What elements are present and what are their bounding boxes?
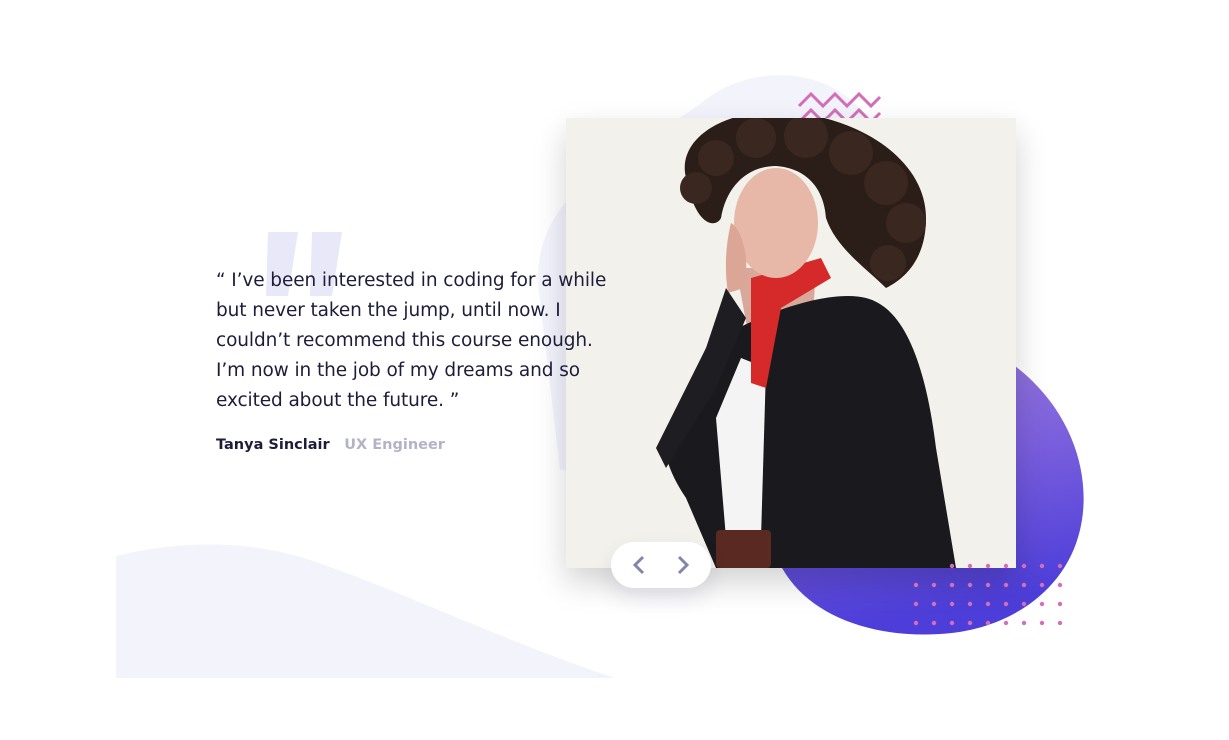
pattern-dot	[985, 601, 991, 607]
pattern-dot	[985, 563, 991, 569]
chevron-right-icon	[677, 555, 690, 575]
pattern-dot	[931, 620, 937, 626]
author-name: Tanya Sinclair	[216, 437, 330, 453]
pattern-dot	[913, 601, 919, 607]
next-button[interactable]	[663, 545, 703, 585]
pattern-dot	[967, 582, 973, 588]
testimonial-author: Tanya Sinclair UX Engineer	[216, 437, 445, 453]
bottom-curve-shape	[116, 544, 615, 678]
pattern-dot	[985, 620, 991, 626]
pattern-dot	[1021, 582, 1027, 588]
pattern-dot	[1039, 620, 1045, 626]
author-role: UX Engineer	[344, 437, 445, 453]
pattern-dot	[913, 620, 919, 626]
portrait-image	[566, 118, 1016, 568]
pattern-dot	[931, 601, 937, 607]
dot-grid-pattern	[913, 563, 1063, 626]
pattern-dot	[1039, 582, 1045, 588]
pattern-dot	[1057, 620, 1063, 626]
pattern-dot	[1003, 620, 1009, 626]
pattern-dot	[1057, 582, 1063, 588]
testimonial-slider: “ I’ve been interested in coding for a w…	[0, 0, 1229, 740]
pattern-dot	[967, 563, 973, 569]
pattern-dot	[1003, 601, 1009, 607]
testimonial-quote: “ I’ve been interested in coding for a w…	[216, 270, 607, 411]
pattern-dot	[949, 563, 955, 569]
pattern-dot	[1003, 582, 1009, 588]
pattern-dot	[967, 620, 973, 626]
pattern-dot	[1021, 563, 1027, 569]
pattern-dot	[913, 582, 919, 588]
pattern-dot	[1021, 601, 1027, 607]
pattern-dot	[1021, 620, 1027, 626]
pattern-dot	[1039, 563, 1045, 569]
pattern-dot	[949, 582, 955, 588]
pattern-dot	[1057, 601, 1063, 607]
pattern-dot	[1057, 563, 1063, 569]
slider-navigation	[611, 542, 711, 588]
pattern-dot	[949, 601, 955, 607]
pattern-dot	[1039, 601, 1045, 607]
testimonial-photo	[566, 118, 1016, 568]
pattern-dot	[985, 582, 991, 588]
pattern-dot	[967, 601, 973, 607]
pattern-dot	[1003, 563, 1009, 569]
pattern-dot	[949, 620, 955, 626]
chevron-left-icon	[632, 555, 645, 575]
previous-button[interactable]	[619, 545, 659, 585]
pattern-dot	[931, 582, 937, 588]
